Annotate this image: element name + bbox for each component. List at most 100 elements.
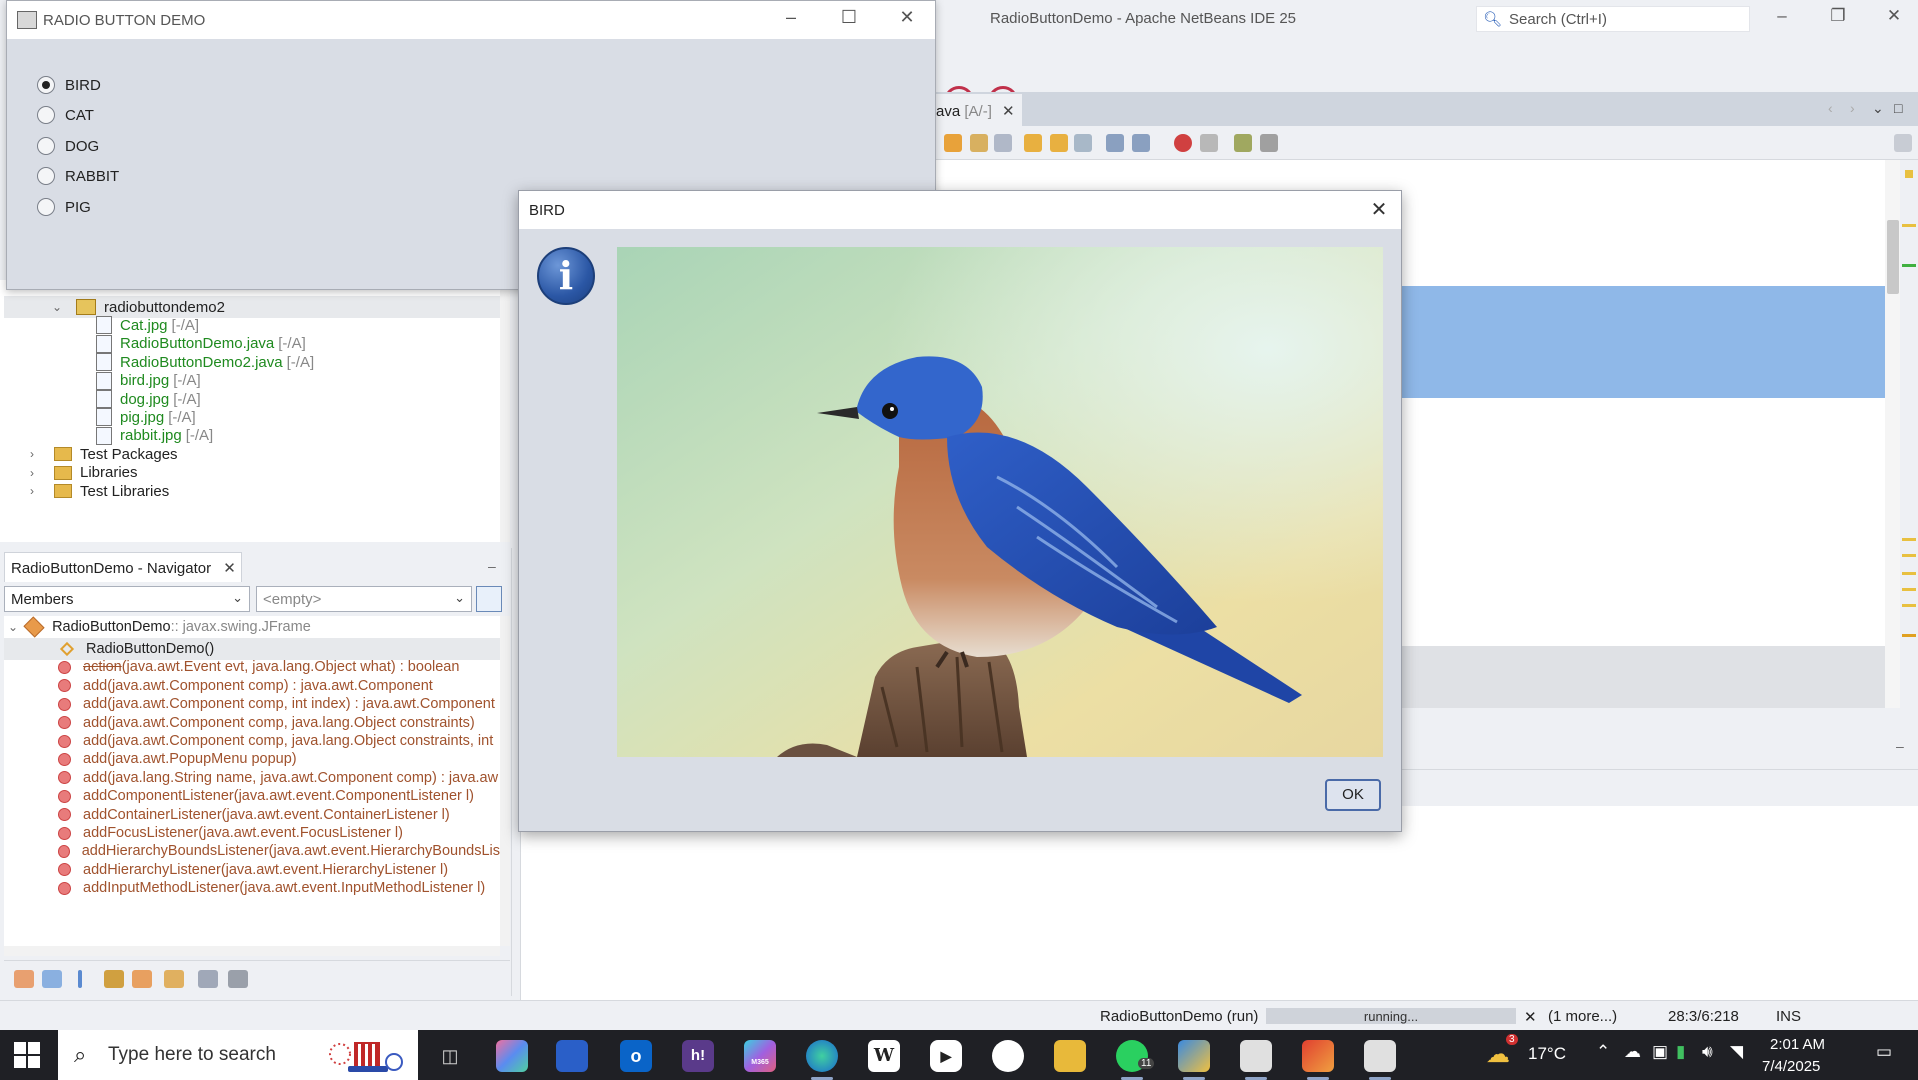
weather-icon[interactable]: ☁ bbox=[1486, 1040, 1510, 1069]
find-selection-icon[interactable] bbox=[994, 134, 1012, 152]
javadoc-icon[interactable] bbox=[228, 970, 248, 988]
find-next-icon[interactable] bbox=[970, 134, 988, 152]
close-icon[interactable]: ✕ bbox=[1002, 103, 1015, 120]
close-icon[interactable]: ✕ bbox=[223, 560, 236, 577]
stop-macro-icon[interactable] bbox=[1200, 134, 1218, 152]
search-highlight-icon[interactable] bbox=[324, 1036, 406, 1076]
radio-bird[interactable]: BIRD bbox=[37, 74, 101, 96]
output-console[interactable] bbox=[520, 806, 1918, 1000]
netbeans-icon[interactable] bbox=[1178, 1040, 1210, 1072]
members-select[interactable]: Members ⌄ bbox=[4, 586, 250, 612]
show-non-public-icon[interactable] bbox=[104, 970, 124, 988]
navigator-scrollbar[interactable] bbox=[500, 616, 510, 946]
onedrive-icon[interactable]: ☁ bbox=[1624, 1042, 1641, 1062]
chevron-down-icon[interactable]: ⌄ bbox=[8, 620, 18, 634]
maximize-button[interactable]: ☐ bbox=[829, 7, 869, 28]
temperature[interactable]: 17°C bbox=[1528, 1044, 1566, 1064]
hey-app-icon[interactable]: h! bbox=[682, 1040, 714, 1072]
show-static-icon[interactable] bbox=[78, 970, 82, 988]
scrollbar-thumb[interactable] bbox=[1887, 220, 1899, 294]
youtube-icon[interactable]: ▶ bbox=[930, 1040, 962, 1072]
ide-search-box[interactable]: 🔍︎ Search (Ctrl+I) bbox=[1476, 6, 1750, 32]
volume-icon[interactable]: 🔊︎ bbox=[1702, 1042, 1713, 1062]
minimize-button[interactable]: – bbox=[771, 7, 811, 28]
edge-icon[interactable] bbox=[806, 1040, 838, 1072]
radio-rabbit[interactable]: RABBIT bbox=[37, 165, 119, 187]
chevron-right-icon[interactable]: › bbox=[30, 484, 44, 498]
chevron-right-icon[interactable]: › bbox=[30, 466, 44, 480]
chevron-right-icon[interactable]: › bbox=[30, 447, 44, 461]
show-fields-icon[interactable] bbox=[42, 970, 62, 988]
radio-indicator[interactable] bbox=[37, 76, 55, 94]
uncomment-icon[interactable] bbox=[1260, 134, 1278, 152]
copilot-icon[interactable] bbox=[496, 1040, 528, 1072]
radio-indicator[interactable] bbox=[37, 198, 55, 216]
java-app-icon[interactable] bbox=[1240, 1040, 1272, 1072]
github-icon[interactable] bbox=[992, 1040, 1024, 1072]
java-app-icon-2[interactable] bbox=[1364, 1040, 1396, 1072]
stripe-marker[interactable] bbox=[1902, 572, 1916, 575]
microsoft-store-icon[interactable] bbox=[556, 1040, 588, 1072]
editor-scrollbar[interactable] bbox=[1885, 160, 1901, 708]
radio-indicator[interactable] bbox=[37, 137, 55, 155]
radio-indicator[interactable] bbox=[37, 167, 55, 185]
sort-by-source-icon[interactable] bbox=[198, 970, 218, 988]
battery-icon[interactable]: ▮ bbox=[1676, 1042, 1685, 1062]
maximize-icon[interactable]: □ bbox=[1894, 100, 1902, 116]
filter-select[interactable]: <empty> ⌄ bbox=[256, 586, 472, 612]
clock-date[interactable]: 7/4/2025 bbox=[1762, 1058, 1820, 1075]
cancel-icon[interactable]: ✕ bbox=[1524, 1008, 1537, 1026]
scroll-tabs-left-icon[interactable]: ‹ bbox=[1828, 100, 1833, 116]
run-status-label[interactable]: RadioButtonDemo (run) bbox=[1100, 1008, 1258, 1025]
radio-cat[interactable]: CAT bbox=[37, 104, 94, 126]
dialog-titlebar[interactable]: BIRD ✕ bbox=[519, 191, 1401, 229]
notifications-icon[interactable]: ▭ bbox=[1876, 1042, 1892, 1062]
stripe-marker[interactable] bbox=[1902, 554, 1916, 557]
task-view-icon[interactable]: ◫ bbox=[434, 1040, 466, 1072]
run-progress-bar[interactable]: running... bbox=[1266, 1008, 1516, 1024]
stripe-marker[interactable] bbox=[1902, 604, 1916, 607]
previous-bookmark-icon[interactable] bbox=[1024, 134, 1042, 152]
comment-icon[interactable] bbox=[1234, 134, 1252, 152]
navigator-hscrollbar[interactable] bbox=[4, 946, 500, 956]
ide-restore-button[interactable]: ❐ bbox=[1818, 6, 1858, 26]
split-icon[interactable] bbox=[1894, 134, 1912, 152]
toggle-bookmark-icon[interactable] bbox=[1074, 134, 1092, 152]
record-macro-icon[interactable] bbox=[1174, 134, 1192, 152]
more-tasks-link[interactable]: (1 more...) bbox=[1548, 1008, 1617, 1025]
outlook-icon[interactable]: o bbox=[620, 1040, 652, 1072]
editor-tab[interactable]: ava [A/-] ✕ bbox=[930, 94, 1022, 126]
ok-button[interactable]: OK bbox=[1325, 779, 1381, 811]
close-button[interactable]: ✕ bbox=[887, 7, 927, 28]
windows-start-button[interactable] bbox=[14, 1042, 42, 1070]
wifi-icon[interactable]: ◥ bbox=[1730, 1042, 1743, 1062]
file-explorer-icon[interactable] bbox=[1054, 1040, 1086, 1072]
wikipedia-icon[interactable]: W bbox=[868, 1040, 900, 1072]
navigator-tab[interactable]: RadioButtonDemo - Navigator ✕ bbox=[4, 552, 242, 582]
chevron-down-icon[interactable]: ⌄ bbox=[1872, 100, 1884, 117]
navigator-root-row[interactable]: ⌄ RadioButtonDemo :: javax.swing.JFrame bbox=[4, 616, 500, 638]
find-previous-icon[interactable] bbox=[944, 134, 962, 152]
stripe-marker[interactable] bbox=[1902, 224, 1916, 227]
stripe-marker[interactable] bbox=[1902, 588, 1916, 591]
sort-by-name-icon[interactable] bbox=[164, 970, 184, 988]
taskbar-search-box[interactable]: ⌕ Type here to search bbox=[58, 1030, 418, 1080]
stripe-marker[interactable] bbox=[1902, 264, 1916, 267]
status-marker[interactable] bbox=[1905, 170, 1913, 178]
stripe-marker[interactable] bbox=[1902, 538, 1916, 541]
clock-time[interactable]: 2:01 AM bbox=[1770, 1036, 1825, 1053]
filter-toggle-button[interactable] bbox=[476, 586, 502, 612]
java-duke-icon[interactable] bbox=[1302, 1040, 1334, 1072]
shift-right-icon[interactable] bbox=[1132, 134, 1150, 152]
meet-now-icon[interactable]: ▣ bbox=[1652, 1042, 1668, 1062]
chevron-down-icon[interactable]: ⌄ bbox=[52, 300, 66, 314]
show-inherited-icon[interactable] bbox=[14, 970, 34, 988]
close-button[interactable]: ✕ bbox=[1359, 197, 1399, 222]
microsoft-365-icon[interactable]: M365 bbox=[744, 1040, 776, 1072]
minimize-icon[interactable]: – bbox=[1896, 738, 1904, 754]
radio-pig[interactable]: PIG bbox=[37, 196, 91, 218]
project-scrollbar[interactable] bbox=[500, 280, 510, 542]
tree-row[interactable]: › Test Libraries bbox=[30, 480, 169, 502]
minimize-icon[interactable]: – bbox=[488, 558, 496, 574]
radio-indicator[interactable] bbox=[37, 106, 55, 124]
